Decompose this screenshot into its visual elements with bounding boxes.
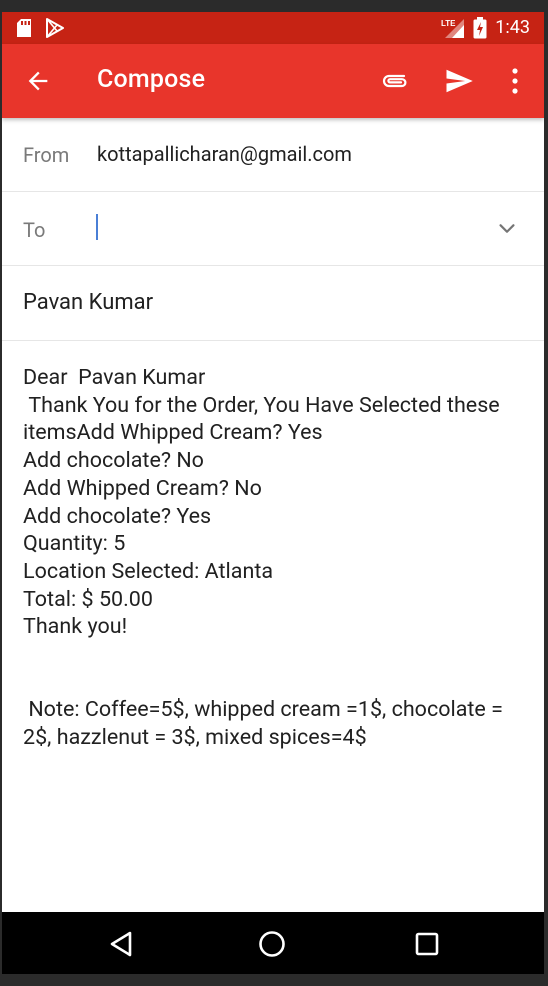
app-bar: Compose (2, 44, 544, 118)
nav-home-icon[interactable] (258, 930, 286, 958)
status-bar: LTE 1:43 (2, 12, 544, 44)
from-label: From (23, 143, 70, 167)
subject-row: Pavan Kumar (2, 266, 544, 341)
to-field[interactable] (96, 210, 480, 248)
back-arrow-icon[interactable] (24, 67, 52, 95)
lte-signal-icon: LTE (441, 19, 465, 38)
chevron-down-icon[interactable] (496, 218, 518, 240)
battery-icon (473, 17, 487, 39)
from-account[interactable]: kottapallicharan@gmail.com (97, 142, 352, 166)
message-body[interactable]: Dear Pavan Kumar Thank You for the Order… (23, 364, 523, 752)
attach-icon[interactable] (380, 67, 410, 95)
to-label: To (23, 218, 46, 242)
to-row: To (2, 192, 544, 266)
more-vert-icon[interactable] (508, 66, 522, 96)
page-title: Compose (97, 65, 206, 94)
send-icon[interactable] (444, 66, 474, 96)
subject-field[interactable]: Pavan Kumar (23, 290, 153, 315)
system-nav-bar (2, 912, 544, 974)
nav-back-icon[interactable] (108, 930, 134, 958)
from-row: From kottapallicharan@gmail.com (2, 118, 544, 192)
text-cursor (96, 214, 98, 240)
play-store-icon (46, 18, 64, 38)
nav-recents-icon[interactable] (414, 931, 440, 957)
sd-card-icon (17, 19, 31, 37)
phone-screen: LTE 1:43 Compose From kottapallicharan@g… (2, 12, 544, 974)
svg-text:LTE: LTE (441, 19, 456, 28)
status-time: 1:43 (495, 17, 530, 38)
